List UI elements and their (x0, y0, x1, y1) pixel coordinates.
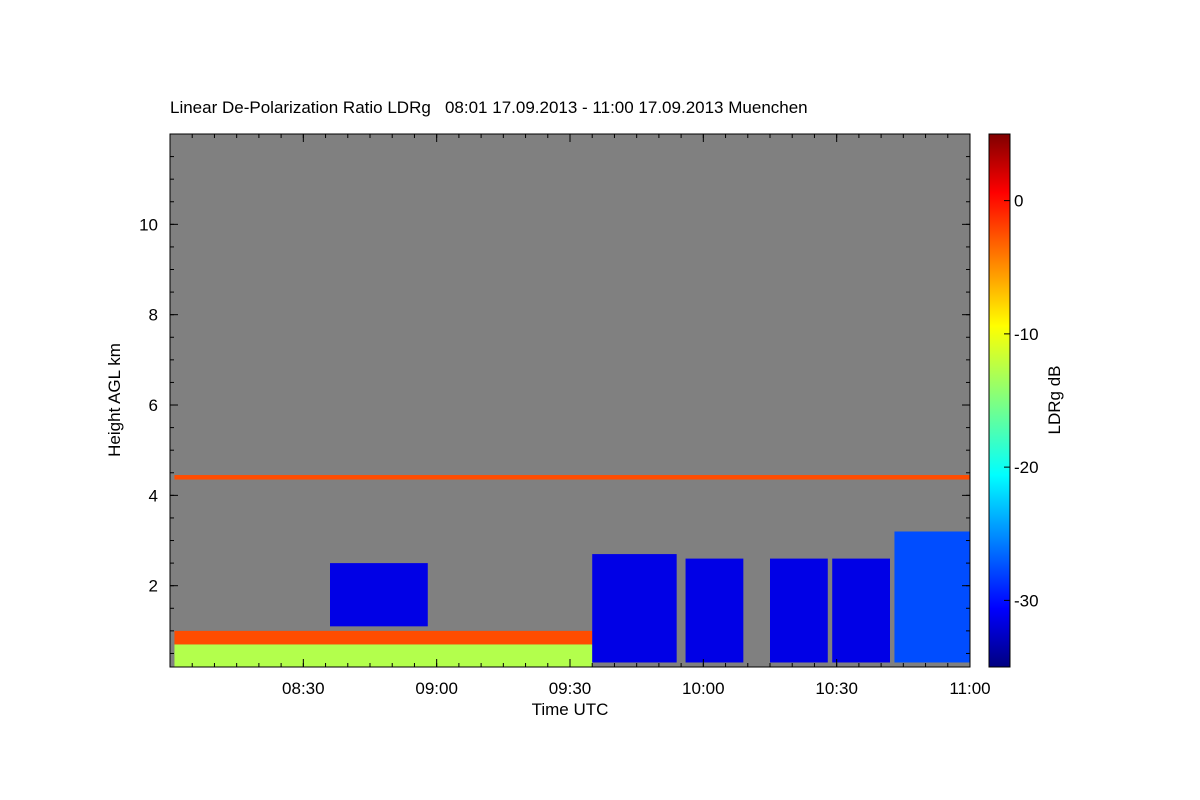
chart-svg: 08:30 09:00 09:30 10:00 10:30 11:00 2 4 6 8 10 Ti… (105, 133, 1064, 719)
region-cloud-3 (685, 558, 744, 663)
region-noise-line (174, 475, 970, 480)
colorbar-tick-label: -30 (1014, 591, 1039, 610)
x-tick-label: 08:30 (282, 679, 325, 698)
colorbar-tick-label: -20 (1014, 458, 1039, 477)
y-tick-label: 2 (149, 577, 158, 596)
colorbar (988, 133, 1011, 668)
x-axis-label: Time UTC (532, 700, 609, 719)
colorbar-tick-label: -10 (1014, 325, 1039, 344)
region-aerosol-top (174, 630, 593, 645)
y-tick-label: 8 (149, 306, 158, 325)
y-tick-label: 10 (139, 215, 158, 234)
x-tick-label: 11:00 (949, 679, 990, 698)
region-cloud-1 (330, 563, 428, 627)
x-tick-label: 10:30 (815, 679, 858, 698)
y-axis-label: Height AGL km (105, 343, 124, 457)
x-tick-label: 09:00 (415, 679, 458, 698)
colorbar-label: LDRg dB (1045, 366, 1064, 435)
colorbar-tick-label: 0 (1014, 192, 1023, 211)
region-cloud-6 (894, 531, 970, 663)
region-cloud-4 (770, 558, 828, 663)
x-tick-label: 10:00 (682, 679, 725, 698)
y-tick-label: 6 (149, 396, 158, 415)
y-tick-label: 4 (149, 486, 158, 505)
region-cloud-5 (832, 558, 890, 663)
region-cloud-2 (592, 554, 677, 663)
x-tick-label: 09:30 (549, 679, 592, 698)
